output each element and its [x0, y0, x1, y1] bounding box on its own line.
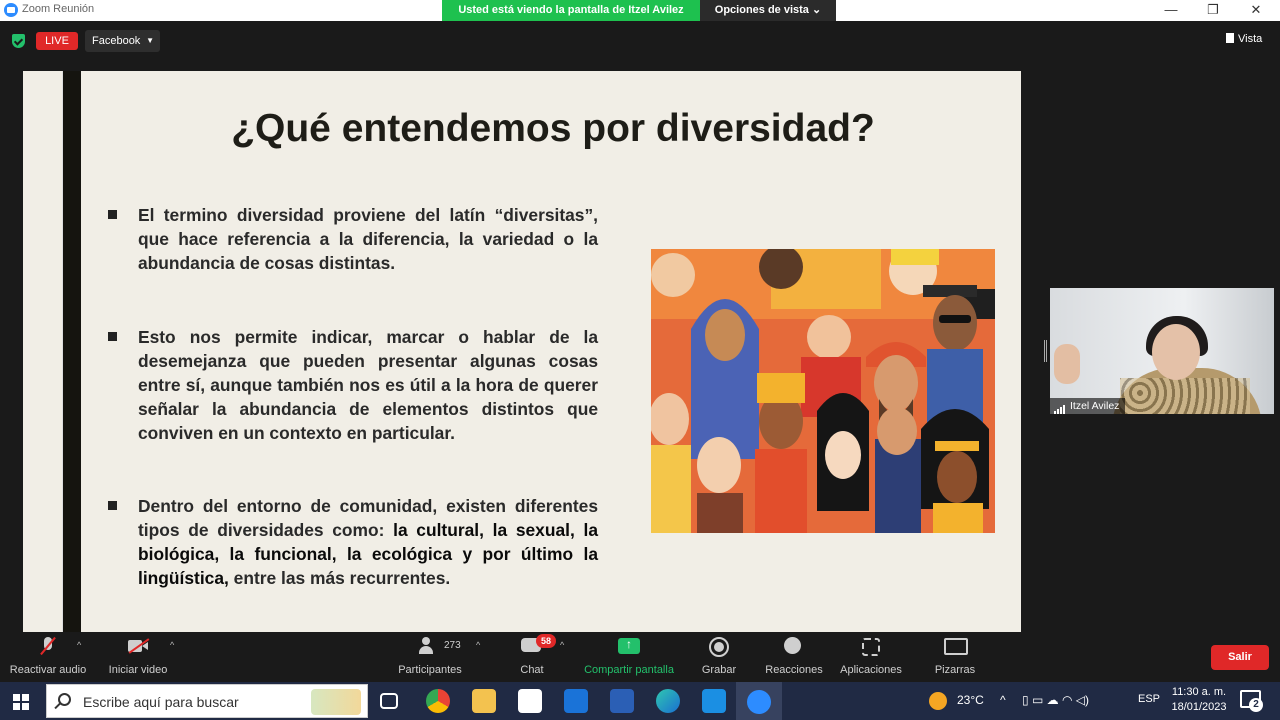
participant-face	[1152, 324, 1200, 380]
view-options-button[interactable]: Opciones de vista ⌄	[700, 0, 836, 21]
chevron-down-icon: ⌄	[812, 4, 822, 16]
view-options-label: Opciones de vista	[714, 4, 809, 16]
clock-time: 11:30 a. m.	[1171, 686, 1227, 698]
participants-icon	[418, 636, 442, 658]
apps-label: Aplicaciones	[840, 664, 902, 676]
chrome-icon[interactable]	[426, 689, 450, 713]
live-badge[interactable]: LIVE	[36, 32, 78, 50]
apps-button[interactable]: Aplicaciones	[838, 636, 904, 676]
view-icon	[1226, 33, 1234, 43]
start-video-button[interactable]: Iniciar video	[102, 636, 174, 676]
record-button[interactable]: Grabar	[698, 636, 740, 676]
bullet-text: Esto nos permite indicar, marcar o habla…	[138, 327, 598, 443]
participant-shirt	[1120, 378, 1250, 414]
leave-meeting-button[interactable]: Salir	[1211, 645, 1269, 670]
participant-name: Itzel Avilez	[1070, 400, 1120, 412]
slide-title: ¿Qué entendemos por diversidad?	[231, 107, 875, 150]
shared-screen: ¿Qué entendemos por diversidad? El termi…	[23, 71, 1021, 632]
participants-count: 273	[444, 640, 461, 651]
diverse-people-illustration	[651, 249, 995, 533]
participants-label: Participantes	[398, 664, 462, 676]
slide-bullet: Dentro del entorno de comunidad, existen…	[108, 494, 598, 590]
close-button[interactable]: ✕	[1243, 1, 1269, 19]
windows-start-icon[interactable]	[13, 694, 29, 710]
zoom-window: Zoom Reunión — ❐ ✕ Usted está viendo la …	[0, 0, 1280, 720]
video-options-caret-icon[interactable]: ^	[170, 640, 174, 650]
slide-bullet: El termino diversidad proviene del latín…	[108, 203, 598, 275]
tray-icons[interactable]: ▯ ▭ ☁ ◠ ◁)	[1022, 693, 1089, 707]
smiley-icon	[782, 636, 806, 658]
slide-bullet: Esto nos permite indicar, marcar o habla…	[108, 325, 598, 445]
chat-options-caret-icon[interactable]: ^	[560, 640, 564, 650]
record-label: Grabar	[701, 664, 737, 676]
store-icon[interactable]	[518, 689, 542, 713]
share-banner: Usted está viendo la pantalla de Itzel A…	[442, 0, 700, 21]
bullet-text: El termino diversidad proviene del latín…	[138, 205, 598, 273]
temperature[interactable]: 23°C	[957, 693, 984, 707]
notifications-icon[interactable]: 2	[1240, 690, 1263, 712]
camera-off-icon	[126, 636, 150, 658]
audio-options-caret-icon[interactable]: ^	[77, 640, 81, 650]
bullet-square-icon	[108, 210, 117, 219]
caret-down-icon: ▼	[146, 36, 154, 45]
edge-icon[interactable]	[656, 689, 680, 713]
search-placeholder: Escribe aquí para buscar	[83, 694, 239, 710]
language-indicator[interactable]: ESP	[1138, 693, 1160, 705]
share-screen-button[interactable]: Compartir pantalla	[580, 636, 678, 676]
start-video-label: Iniciar video	[108, 664, 168, 676]
chat-unread-badge: 58	[536, 634, 557, 648]
zoom-taskbar-icon	[747, 690, 771, 714]
weather-sun-icon[interactable]	[929, 692, 947, 710]
apps-icon	[859, 636, 883, 658]
taskbar-zoom-active[interactable]	[736, 682, 782, 720]
stream-target-dropdown[interactable]: Facebook ▼	[85, 30, 160, 52]
whiteboards-label: Pizarras	[934, 664, 976, 676]
whiteboard-icon	[943, 636, 968, 658]
taskbar-search-input[interactable]: Escribe aquí para buscar	[46, 684, 368, 718]
chat-label: Chat	[520, 664, 544, 676]
minimize-button[interactable]: —	[1158, 1, 1184, 19]
participants-options-caret-icon[interactable]: ^	[476, 640, 480, 650]
reactions-button[interactable]: Reacciones	[764, 636, 824, 676]
tray-overflow-icon[interactable]: ^	[1000, 693, 1006, 707]
zoom-logo-icon	[4, 3, 18, 17]
share-screen-label: Compartir pantalla	[584, 664, 674, 676]
microphone-muted-icon	[36, 636, 60, 658]
app-icon[interactable]	[702, 689, 726, 713]
restore-button[interactable]: ❐	[1200, 1, 1226, 19]
view-label: Vista	[1238, 33, 1263, 45]
search-highlight-image	[311, 689, 361, 715]
search-icon	[58, 693, 71, 706]
notification-count: 2	[1249, 698, 1263, 712]
word-icon[interactable]	[610, 689, 634, 713]
meeting-toolbar: Reactivar audio ^ Iniciar video ^ Partic…	[0, 632, 1280, 682]
bullet-square-icon	[108, 501, 117, 510]
file-explorer-icon[interactable]	[472, 689, 496, 713]
taskbar-clock[interactable]: 11:30 a. m. 18/01/2023	[1168, 685, 1230, 715]
slide-band-dark	[63, 71, 81, 632]
raised-hand	[1054, 344, 1080, 384]
participant-video-tile[interactable]: Itzel Avilez	[1050, 288, 1274, 414]
security-shield-icon[interactable]	[12, 34, 25, 48]
stream-target-label: Facebook	[92, 35, 141, 47]
panel-resize-handle[interactable]	[1044, 340, 1047, 362]
window-title: Zoom Reunión	[22, 3, 95, 15]
mail-icon[interactable]	[564, 689, 588, 713]
participant-name-bar: Itzel Avilez	[1050, 398, 1126, 414]
bullet-text-after: entre las más recurrentes.	[228, 568, 451, 588]
slide-band-light	[23, 71, 63, 632]
record-icon	[707, 636, 731, 658]
signal-strength-icon	[1054, 399, 1066, 414]
task-view-icon[interactable]	[380, 693, 398, 709]
whiteboards-button[interactable]: Pizarras	[932, 636, 978, 676]
share-screen-icon	[617, 636, 641, 658]
view-button[interactable]: Vista	[1226, 33, 1262, 45]
clock-date: 18/01/2023	[1171, 701, 1227, 713]
reactions-label: Reacciones	[765, 664, 823, 676]
bullet-square-icon	[108, 332, 117, 341]
unmute-label: Reactivar audio	[9, 664, 87, 676]
